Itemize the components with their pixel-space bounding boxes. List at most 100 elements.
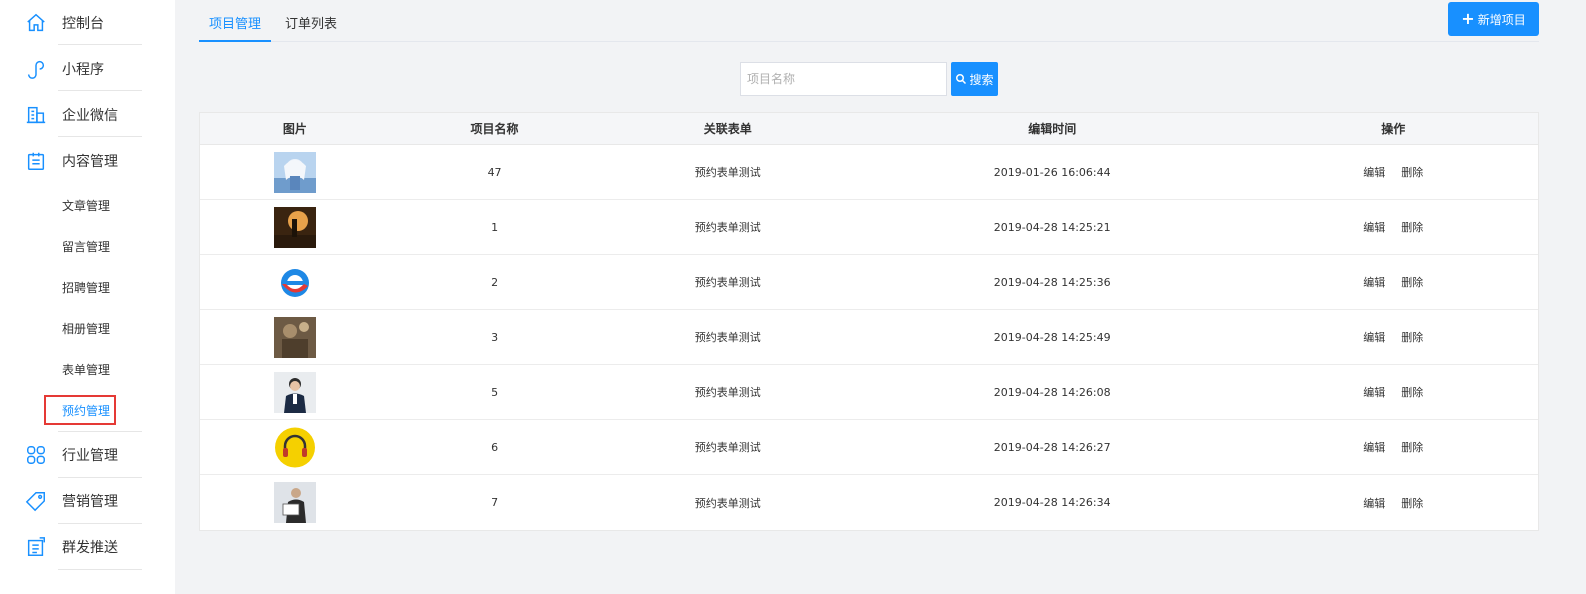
delete-link[interactable]: 删除 [1401, 497, 1423, 510]
actions-cell: 编辑 删除 [1248, 495, 1538, 511]
image-cell [200, 151, 390, 193]
sidebar-subitem-articles[interactable]: 文章管理 [44, 190, 116, 220]
building-icon [24, 103, 48, 127]
divider [58, 431, 142, 432]
related-form: 预约表单测试 [694, 276, 761, 289]
sidebar-subitem-label: 预约管理 [62, 403, 111, 418]
sidebar-item-label: 企业微信 [62, 108, 118, 124]
image-cell [200, 261, 390, 303]
table-row: 1 预约表单测试 2019-04-28 14:25:21 编辑 删除 [200, 200, 1538, 255]
sidebar-subitem-recruitment[interactable]: 招聘管理 [44, 272, 116, 302]
delete-link[interactable]: 删除 [1401, 331, 1423, 344]
mini-program-icon [24, 57, 48, 81]
clipboard-icon [24, 149, 48, 173]
image-cell [200, 426, 390, 468]
column-header-image: 图片 [282, 122, 307, 136]
actions-cell: 编辑 删除 [1248, 384, 1538, 400]
edit-time: 2019-04-28 14:25:36 [993, 275, 1111, 289]
table-row: 2 预约表单测试 2019-04-28 14:25:36 编辑 删除 [200, 255, 1538, 310]
project-thumbnail [273, 426, 316, 468]
divider [58, 44, 142, 45]
edit-link[interactable]: 编辑 [1363, 497, 1385, 510]
related-form: 预约表单测试 [694, 221, 761, 234]
sidebar-item-content[interactable]: 内容管理 [0, 139, 175, 183]
edit-time: 2019-01-26 16:06:44 [993, 165, 1111, 179]
actions-cell: 编辑 删除 [1248, 219, 1538, 235]
column-header-name: 项目名称 [470, 122, 519, 136]
add-project-button[interactable]: + 新增项目 [1448, 2, 1539, 36]
delete-link[interactable]: 删除 [1401, 221, 1423, 234]
scrollbar[interactable] [1568, 0, 1582, 594]
edit-link[interactable]: 编辑 [1363, 331, 1385, 344]
edit-link[interactable]: 编辑 [1363, 386, 1385, 399]
edit-time: 2019-04-28 14:26:27 [993, 440, 1111, 454]
home-icon [24, 11, 48, 35]
project-name: 3 [491, 330, 499, 344]
sidebar-item-label: 行业管理 [62, 448, 118, 464]
tab-orders[interactable]: 订单列表 [275, 12, 347, 42]
sidebar-item-marketing[interactable]: 营销管理 [0, 479, 175, 523]
edit-link[interactable]: 编辑 [1363, 441, 1385, 454]
sidebar-subitem-label: 文章管理 [62, 198, 111, 213]
divider [58, 477, 142, 478]
related-form: 预约表单测试 [694, 496, 761, 510]
sidebar-item-wecom[interactable]: 企业微信 [0, 93, 175, 137]
table-row: 7 预约表单测试 2019-04-28 14:26:34 编辑 删除 [200, 475, 1538, 530]
sidebar-subitem-label: 招聘管理 [62, 280, 111, 295]
column-header-form: 关联表单 [703, 122, 752, 136]
project-thumbnail [273, 371, 316, 413]
table-row: 3 预约表单测试 2019-04-28 14:25:49 编辑 删除 [200, 310, 1538, 365]
image-cell [200, 371, 390, 413]
add-project-label: 新增项目 [1477, 12, 1526, 27]
project-thumbnail [273, 261, 316, 303]
search-input[interactable] [740, 62, 947, 96]
edit-time: 2019-04-28 14:25:21 [993, 220, 1111, 234]
main-content: 项目管理 订单列表 + 新增项目 搜索 图片 项目名称 关联表单 编辑时间 操作 [175, 0, 1586, 594]
actions-cell: 编辑 删除 [1248, 329, 1538, 345]
edit-link[interactable]: 编辑 [1363, 276, 1385, 289]
sidebar-item-label: 营销管理 [62, 494, 118, 510]
sidebar-subitem-label: 留言管理 [62, 239, 111, 254]
delete-link[interactable]: 删除 [1401, 166, 1423, 179]
project-thumbnail [273, 316, 316, 358]
image-cell [200, 206, 390, 248]
image-cell [200, 316, 390, 358]
project-name: 5 [491, 385, 499, 399]
project-name: 7 [491, 496, 499, 509]
related-form: 预约表单测试 [694, 166, 761, 179]
column-header-actions: 操作 [1381, 122, 1406, 136]
sidebar-item-dashboard[interactable]: 控制台 [0, 1, 175, 45]
sidebar-item-label: 小程序 [62, 62, 104, 78]
sidebar-subitem-reservations[interactable]: 预约管理 [44, 395, 116, 425]
related-form: 预约表单测试 [694, 386, 761, 399]
delete-link[interactable]: 删除 [1401, 386, 1423, 399]
project-thumbnail [273, 151, 316, 193]
edit-time: 2019-04-28 14:25:49 [993, 330, 1111, 344]
sidebar-subitem-label: 相册管理 [62, 321, 111, 336]
sidebar-item-broadcast[interactable]: 群发推送 [0, 525, 175, 569]
sidebar-subitem-forms[interactable]: 表单管理 [44, 354, 116, 384]
divider [58, 90, 142, 91]
project-name: 1 [491, 220, 499, 234]
actions-cell: 编辑 删除 [1248, 439, 1538, 455]
table-row: 47 预约表单测试 2019-01-26 16:06:44 编辑 删除 [200, 145, 1538, 200]
tab-projects[interactable]: 项目管理 [199, 12, 271, 42]
edit-link[interactable]: 编辑 [1363, 221, 1385, 234]
edit-link[interactable]: 编辑 [1363, 166, 1385, 179]
project-table: 图片 项目名称 关联表单 编辑时间 操作 47 预约表单测试 2019-01-2… [199, 112, 1539, 531]
actions-cell: 编辑 删除 [1248, 164, 1538, 180]
search-icon [956, 74, 967, 85]
search-button[interactable]: 搜索 [951, 62, 998, 96]
tag-icon [24, 489, 48, 513]
table-row: 6 预约表单测试 2019-04-28 14:26:27 编辑 删除 [200, 420, 1538, 475]
sidebar-item-mini-program[interactable]: 小程序 [0, 47, 175, 91]
sidebar-subitem-albums[interactable]: 相册管理 [44, 313, 116, 343]
broadcast-icon [24, 535, 48, 559]
actions-cell: 编辑 删除 [1248, 274, 1538, 290]
delete-link[interactable]: 删除 [1401, 441, 1423, 454]
sidebar-subitem-label: 表单管理 [62, 362, 111, 377]
plus-icon: + [1461, 9, 1475, 28]
sidebar-subitem-messages[interactable]: 留言管理 [44, 231, 116, 261]
delete-link[interactable]: 删除 [1401, 276, 1423, 289]
sidebar-item-industry[interactable]: 行业管理 [0, 433, 175, 477]
